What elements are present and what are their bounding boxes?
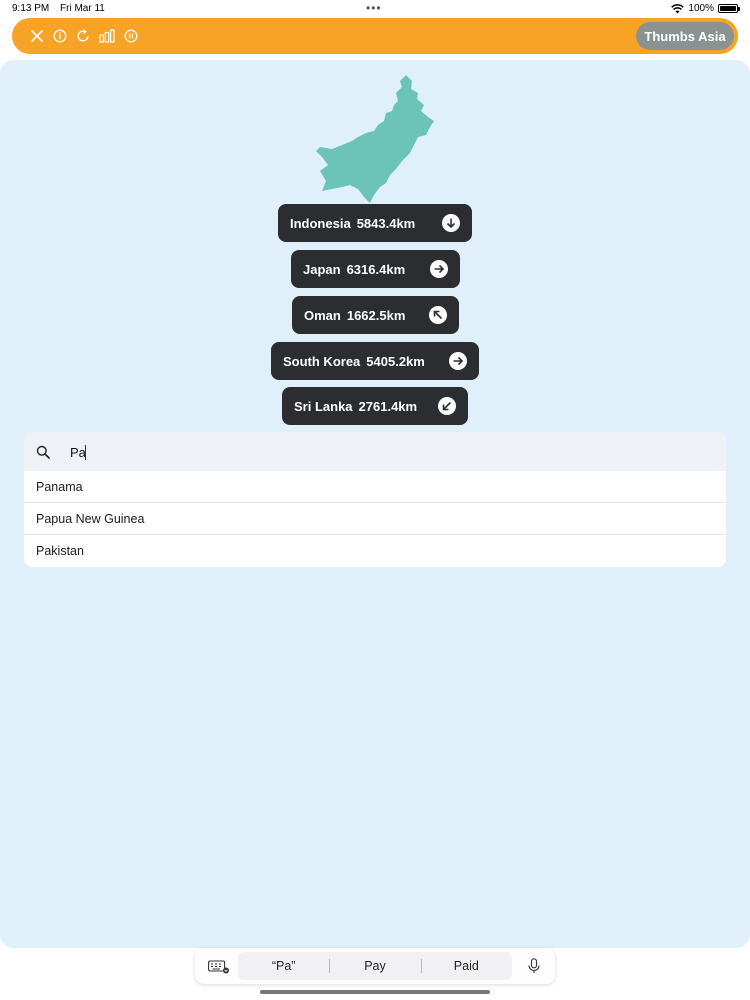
battery-percent: 100% (688, 3, 714, 14)
guess-distance: 2761.4km (358, 398, 418, 414)
wifi-icon (671, 3, 685, 13)
battery-icon (718, 4, 740, 13)
guess-country: Oman (304, 307, 341, 323)
arrow-up-left-icon (429, 306, 447, 324)
home-indicator[interactable] (260, 990, 490, 994)
keyboard-shortcut-bar: “Pa” Pay Paid (195, 948, 555, 984)
info-icon[interactable] (53, 29, 67, 43)
text-cursor (85, 445, 86, 460)
prediction-item[interactable]: Paid (420, 959, 512, 973)
pause-icon[interactable] (124, 29, 138, 43)
guess-row: Sri Lanka 2761.4km (282, 387, 468, 425)
guess-country: Japan (303, 261, 341, 277)
country-silhouette (316, 75, 434, 203)
prediction-item[interactable]: “Pa” (238, 959, 329, 973)
status-date: Fri Mar 11 (60, 3, 105, 14)
prediction-bar: “Pa” Pay Paid (238, 952, 512, 980)
suggestion-item[interactable]: Panama (24, 471, 726, 503)
game-toolbar: Thumbs Asia (12, 18, 738, 54)
suggestion-item[interactable]: Papua New Guinea (24, 503, 726, 535)
guess-distance: 1662.5km (346, 307, 406, 323)
country-search-input[interactable] (70, 440, 710, 464)
suggestion-list: Panama Papua New Guinea Pakistan (24, 471, 726, 567)
suggestion-item[interactable]: Pakistan (24, 535, 726, 567)
status-time: 9:13 PM (12, 3, 50, 14)
guess-distance: 6316.4km (346, 261, 406, 277)
guess-distance: 5843.4km (356, 215, 416, 231)
refresh-icon[interactable] (76, 29, 90, 43)
guess-row: Indonesia 5843.4km (278, 204, 472, 242)
arrow-down-left-icon (438, 397, 456, 415)
guess-row: South Korea 5405.2km (271, 342, 479, 380)
keyboard-icon[interactable] (208, 960, 230, 974)
microphone-icon[interactable] (528, 958, 540, 974)
search-icon (36, 445, 50, 459)
status-left: 9:13 PM Fri Mar 11 (12, 3, 113, 14)
guess-distance: 5405.2km (366, 353, 425, 369)
arrow-down-icon (442, 214, 460, 232)
guess-row: Oman 1662.5km (292, 296, 459, 334)
guess-country: South Korea (283, 353, 361, 369)
status-right: 100% (671, 3, 740, 14)
stats-icon[interactable] (99, 29, 115, 43)
arrow-right-icon (449, 352, 467, 370)
guess-country: Indonesia (290, 215, 351, 231)
multitasking-dots-icon[interactable]: ••• (366, 1, 382, 15)
search-bar (24, 432, 726, 472)
guess-row: Japan 6316.4km (291, 250, 460, 288)
status-bar: 9:13 PM Fri Mar 11 ••• 100% (0, 0, 750, 18)
close-icon[interactable] (30, 29, 44, 43)
game-mode-chip[interactable]: Thumbs Asia (636, 22, 734, 50)
guess-country: Sri Lanka (294, 398, 353, 414)
prediction-item[interactable]: Pay (329, 959, 420, 973)
arrow-right-icon (430, 260, 448, 278)
